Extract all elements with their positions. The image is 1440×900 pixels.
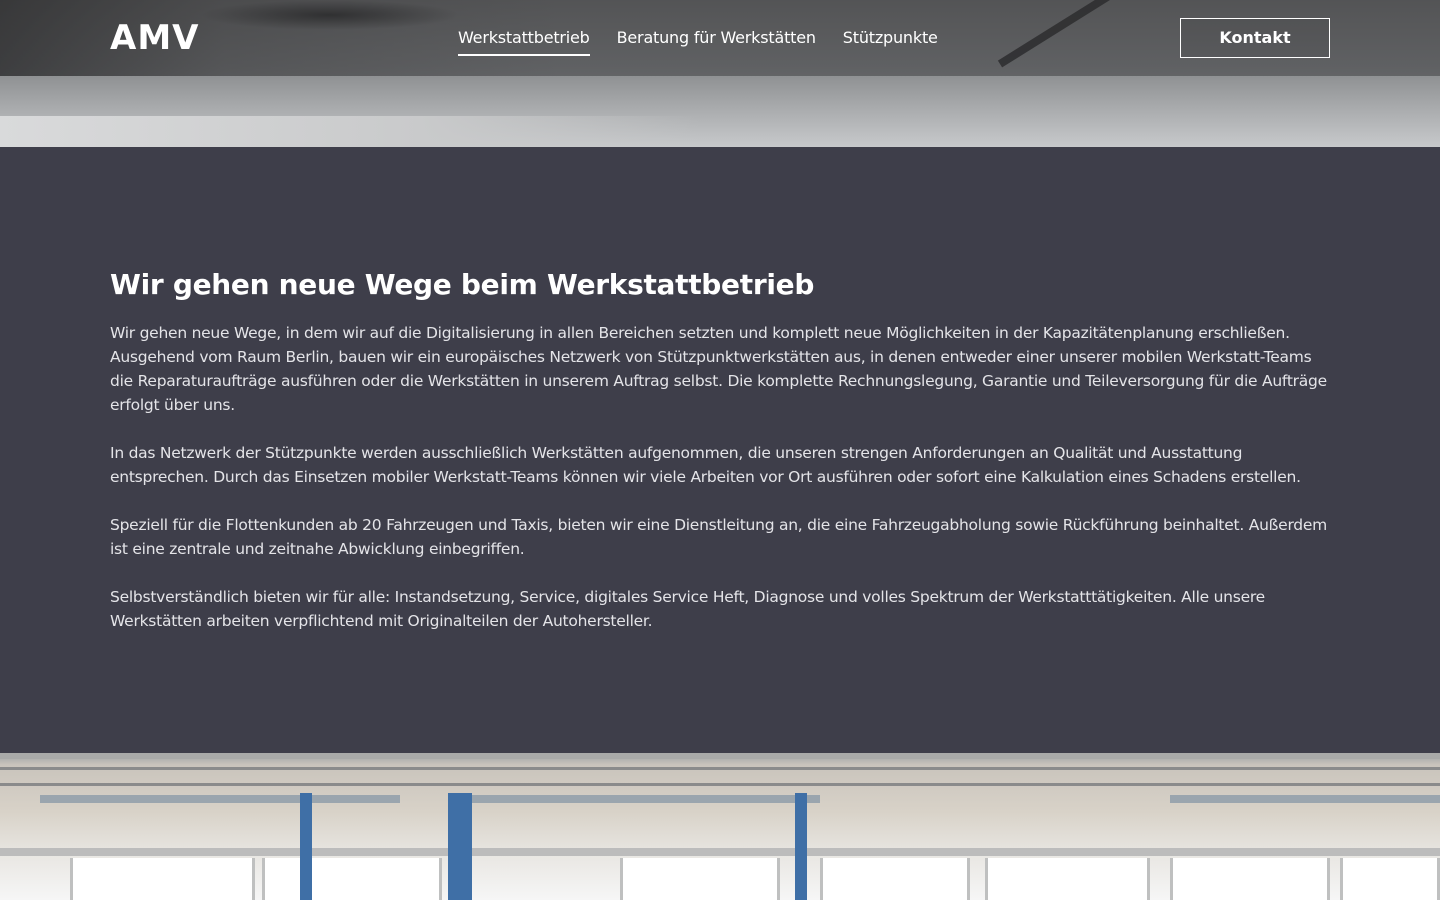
window — [620, 858, 780, 900]
window — [1170, 858, 1330, 900]
window — [262, 858, 442, 900]
window-frame — [0, 848, 1440, 856]
paragraph-4: Selbstverständlich bieten wir für alle: … — [110, 588, 1265, 630]
workshop-image — [0, 753, 1440, 900]
lift-pillar — [300, 793, 312, 900]
ceiling-truss — [0, 767, 1440, 770]
lift-pillar — [448, 793, 460, 900]
lift-pillar — [795, 793, 807, 900]
lift-crossbar — [1170, 795, 1440, 803]
window — [820, 858, 970, 900]
nav-item-beratung[interactable]: Beratung für Werkstätten — [617, 26, 816, 56]
hero-glow — [0, 116, 700, 147]
window — [70, 858, 255, 900]
lift-crossbar — [40, 795, 400, 803]
content-text: Wir gehen neue Wege, in dem wir auf die … — [110, 321, 1335, 657]
site-header: AMV Werkstattbetrieb Beratung für Werkst… — [0, 0, 1440, 76]
lift-pillar — [460, 793, 472, 900]
main-nav: Werkstattbetrieb Beratung für Werkstätte… — [458, 26, 938, 56]
paragraph-3: Speziell für die Flottenkunden ab 20 Fah… — [110, 516, 1328, 558]
window — [1340, 858, 1440, 900]
contact-button[interactable]: Kontakt — [1180, 18, 1330, 58]
page-title: Wir gehen neue Wege beim Werkstattbetrie… — [110, 268, 815, 301]
hero-light-band — [0, 76, 1440, 147]
paragraph-1: Wir gehen neue Wege, in dem wir auf die … — [110, 324, 1327, 414]
ceiling-beam — [0, 753, 1440, 759]
lift-crossbar — [450, 795, 820, 803]
nav-item-stuetzpunkte[interactable]: Stützpunkte — [843, 26, 938, 56]
nav-item-werkstattbetrieb[interactable]: Werkstattbetrieb — [458, 26, 590, 56]
site-logo[interactable]: AMV — [110, 18, 199, 58]
window — [985, 858, 1150, 900]
ceiling-truss — [0, 783, 1440, 786]
paragraph-2: In das Netzwerk der Stützpunkte werden a… — [110, 444, 1301, 486]
main-content: Wir gehen neue Wege beim Werkstattbetrie… — [0, 147, 1440, 753]
